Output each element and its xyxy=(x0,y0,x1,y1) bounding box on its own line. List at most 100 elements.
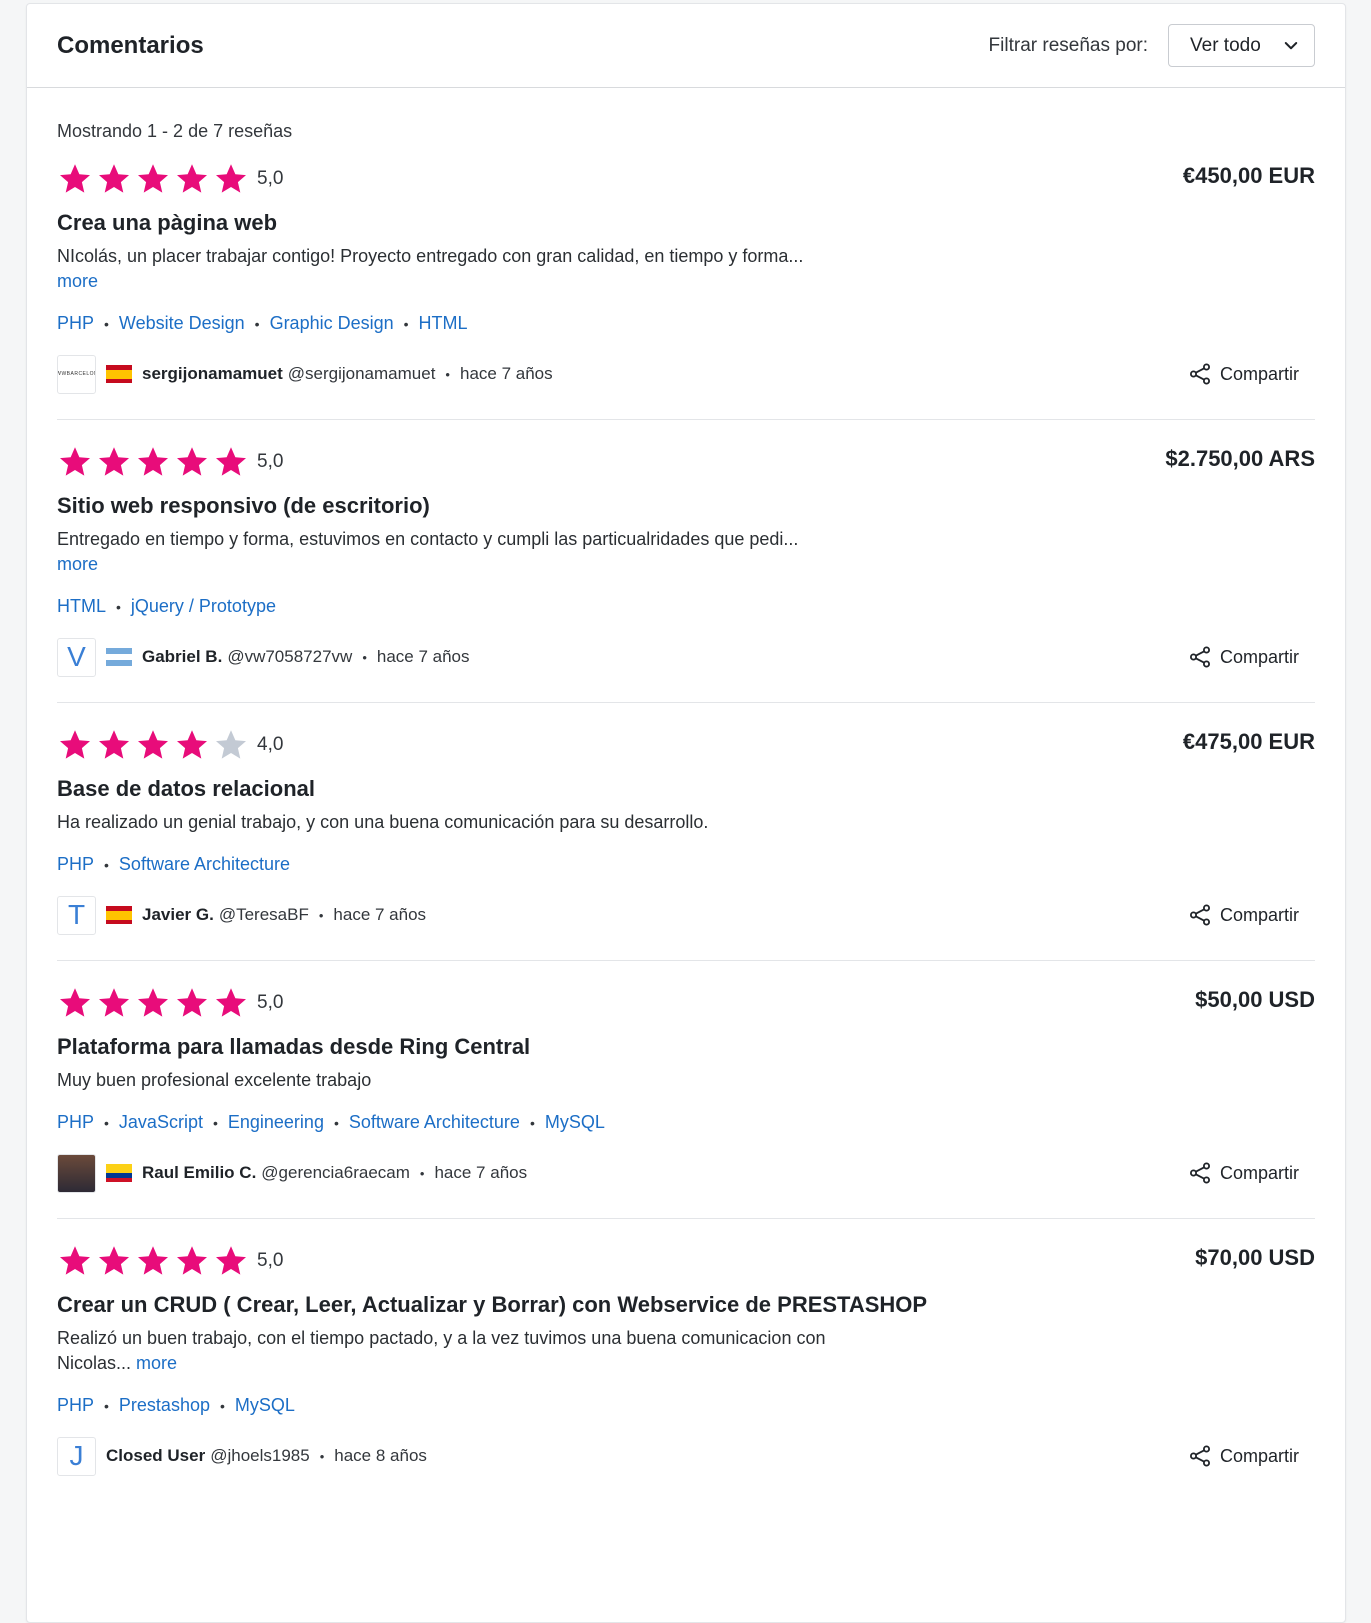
star-rating xyxy=(57,444,249,480)
skill-tag[interactable]: MySQL xyxy=(235,1395,295,1416)
avatar[interactable]: WWWBARCELONA xyxy=(57,354,96,394)
filter-select-value: Ver todo xyxy=(1190,34,1261,56)
avatar[interactable]: V xyxy=(57,637,96,677)
separator-dot: • xyxy=(419,1165,425,1181)
more-link[interactable]: more xyxy=(136,1353,177,1373)
skill-tag[interactable]: Prestashop xyxy=(119,1395,210,1416)
star-filled-icon xyxy=(138,164,168,193)
separator-dot: • xyxy=(104,1114,109,1131)
separator-dot: • xyxy=(116,598,121,615)
project-title[interactable]: Plataforma para llamadas desde Ring Cent… xyxy=(57,1030,1315,1064)
skill-tag[interactable]: HTML xyxy=(57,596,106,617)
share-button[interactable]: Compartir xyxy=(1188,1161,1299,1185)
rating-value: 4,0 xyxy=(257,734,284,755)
project-title[interactable]: Base de datos relacional xyxy=(57,772,1315,806)
star-filled-icon xyxy=(216,164,246,193)
separator-dot: • xyxy=(333,1114,339,1131)
star-filled-icon xyxy=(99,988,129,1017)
star-filled-icon xyxy=(138,988,168,1017)
star-filled-icon xyxy=(216,988,246,1017)
filter-label: Filtrar reseñas por: xyxy=(988,34,1148,56)
review-text-content: Muy buen profesional excelente trabajo xyxy=(57,1070,372,1090)
skill-tag[interactable]: PHP xyxy=(57,1395,94,1416)
review-text-content: NIcolás, un placer trabajar contigo! Pro… xyxy=(57,246,804,266)
review-text-content: Ha realizado un genial trabajo, y con un… xyxy=(57,812,709,832)
review-text: Realizó un buen trabajo, con el tiempo p… xyxy=(57,1326,847,1376)
share-icon xyxy=(1189,1445,1210,1467)
more-link[interactable]: more xyxy=(57,271,98,291)
reviewer-row: WWWBARCELONA sergijonamamuet@sergijonamam… xyxy=(57,354,1315,394)
skill-tag[interactable]: jQuery / Prototype xyxy=(131,596,276,617)
star-empty-icon xyxy=(216,730,246,759)
star-filled-icon xyxy=(216,447,246,476)
filter-select[interactable]: Ver todo xyxy=(1168,24,1315,67)
rating-value: 5,0 xyxy=(257,451,284,472)
more-link[interactable]: more xyxy=(57,554,98,574)
star-filled-icon xyxy=(177,447,207,476)
avatar[interactable] xyxy=(57,1153,96,1193)
rating-row: 4,0 xyxy=(57,725,1315,765)
skill-tag[interactable]: PHP xyxy=(57,313,94,334)
separator-dot: • xyxy=(212,1114,218,1131)
star-filled-icon xyxy=(177,164,207,193)
rating-row: 5,0 xyxy=(57,159,1315,199)
project-title[interactable]: Crea una pàgina web xyxy=(57,206,1315,240)
reviewer-handle: @vw7058727vw xyxy=(227,647,353,666)
star-filled-icon xyxy=(177,988,207,1017)
reviewer-name[interactable]: sergijonamamuet xyxy=(142,364,283,384)
country-flag-spain xyxy=(106,906,132,924)
review-item: 4,0 €475,00 EUR Base de datos relacional Ha… xyxy=(57,703,1315,961)
skill-tag[interactable]: Software Architecture xyxy=(119,854,290,875)
share-icon xyxy=(1189,363,1210,385)
share-label: Compartir xyxy=(1219,904,1299,925)
skill-tag[interactable]: Website Design xyxy=(119,313,245,334)
star-filled-icon xyxy=(99,164,129,193)
share-label: Compartir xyxy=(1219,646,1299,667)
skill-tag[interactable]: Software Architecture xyxy=(349,1112,520,1133)
reviewer-row: T Javier G. @TeresaBF • hace 7 años Compartir xyxy=(57,895,1315,935)
review-item: 5,0 $50,00 USD Plataforma para llamadas de… xyxy=(57,961,1315,1219)
separator-dot: • xyxy=(445,366,450,382)
rating-row: 5,0 xyxy=(57,1241,1315,1281)
skill-tag[interactable]: Graphic Design xyxy=(270,313,394,334)
share-button[interactable]: Compartir xyxy=(1188,903,1299,927)
reviewer-name[interactable]: Raul Emilio C. xyxy=(142,1163,256,1183)
star-rating xyxy=(57,985,249,1021)
separator-dot: • xyxy=(318,907,324,923)
review-count: Mostrando 1 - 2 de 7 reseñas xyxy=(57,121,293,141)
share-icon xyxy=(1189,904,1210,926)
separator-dot: • xyxy=(104,856,109,873)
star-filled-icon xyxy=(60,1246,90,1275)
star-rating xyxy=(57,1243,249,1279)
separator-dot: • xyxy=(104,315,109,332)
skill-tag[interactable]: PHP xyxy=(57,1112,94,1133)
share-label: Compartir xyxy=(1219,1162,1299,1183)
review-item: 5,0 $70,00 USD Crear un CRUD ( Crear, Leer… xyxy=(57,1219,1315,1476)
share-button[interactable]: Compartir xyxy=(1188,362,1299,386)
rating-row: 5,0 xyxy=(57,983,1315,1023)
avatar[interactable]: T xyxy=(57,895,96,935)
reviewer-handle: @gerencia6raecam xyxy=(261,1163,410,1182)
project-title[interactable]: Crear un CRUD ( Crear, Leer, Actualizar … xyxy=(57,1288,1315,1322)
reviewer-name[interactable]: Gabriel B. xyxy=(142,647,222,667)
review-text-content: Entregado en tiempo y forma, estuvimos e… xyxy=(57,529,799,549)
project-title[interactable]: Sitio web responsivo (de escritorio) xyxy=(57,489,1315,523)
reviews-card: Comentarios Filtrar reseñas por: Ver tod… xyxy=(26,3,1346,1623)
skill-tag[interactable]: Engineering xyxy=(228,1112,324,1133)
skill-tag[interactable]: PHP xyxy=(57,854,94,875)
reviewer-name[interactable]: Javier G. xyxy=(142,905,214,925)
review-text: NIcolás, un placer trabajar contigo! Pro… xyxy=(57,244,847,294)
star-filled-icon xyxy=(99,1246,129,1275)
reviewer-name[interactable]: Closed User xyxy=(106,1446,205,1466)
share-button[interactable]: Compartir xyxy=(1188,1444,1299,1468)
avatar[interactable]: J xyxy=(57,1436,96,1476)
review-item: 5,0 $2.750,00 ARS Sitio web responsivo (de… xyxy=(57,420,1315,703)
separator-dot: • xyxy=(319,1448,325,1464)
star-filled-icon xyxy=(99,447,129,476)
skill-tag[interactable]: MySQL xyxy=(545,1112,605,1133)
share-button[interactable]: Compartir xyxy=(1188,645,1299,669)
review-time: hace 7 años xyxy=(333,905,427,924)
skill-tag[interactable]: JavaScript xyxy=(119,1112,203,1133)
skill-tag[interactable]: HTML xyxy=(419,313,468,334)
country-flag-spain xyxy=(106,365,132,383)
